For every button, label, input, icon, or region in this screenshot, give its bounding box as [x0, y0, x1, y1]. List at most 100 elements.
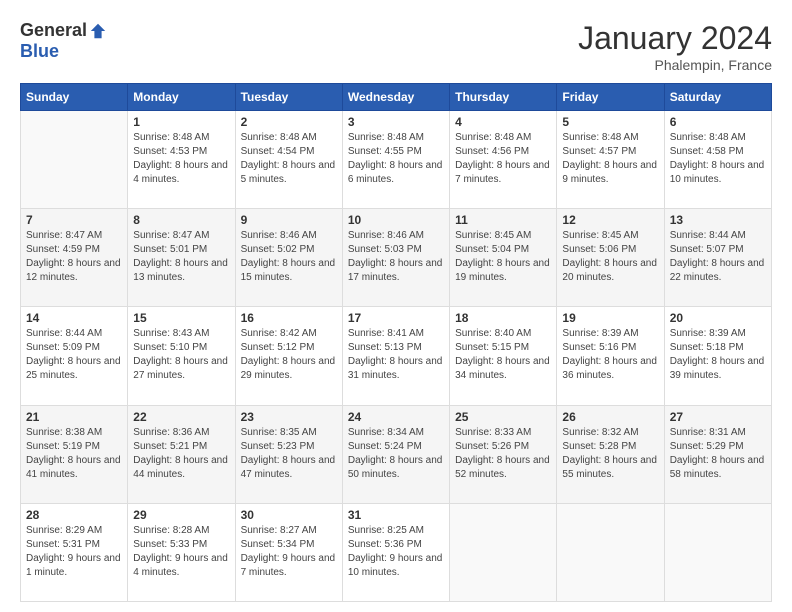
- day-info: Sunrise: 8:40 AMSunset: 5:15 PMDaylight:…: [455, 327, 551, 383]
- day-number: 22: [133, 410, 229, 424]
- day-number: 16: [241, 311, 337, 325]
- week-row-1: 1Sunrise: 8:48 AMSunset: 4:53 PMDaylight…: [21, 111, 772, 209]
- day-info: Sunrise: 8:39 AMSunset: 5:18 PMDaylight:…: [670, 327, 766, 383]
- calendar-cell: 9 Sunrise: 8:46 AMSunset: 5:02 PMDaylight…: [235, 209, 342, 307]
- weekday-header-wednesday: Wednesday: [342, 84, 449, 111]
- day-info: Sunrise: 8:41 AMSunset: 5:13 PMDaylight:…: [348, 327, 444, 383]
- day-number: 21: [26, 410, 122, 424]
- calendar-cell: 29Sunrise: 8:28 AMSunset: 5:33 PMDayligh…: [128, 503, 235, 601]
- calendar-cell: 19Sunrise: 8:39 AMSunset: 5:16 PMDayligh…: [557, 307, 664, 405]
- week-row-2: 7Sunrise: 8:47 AMSunset: 4:59 PMDaylight…: [21, 209, 772, 307]
- title-block: January 2024 Phalempin, France: [578, 20, 772, 73]
- page: General Blue January 2024 Phalempin, Fra…: [0, 0, 792, 612]
- weekday-header-monday: Monday: [128, 84, 235, 111]
- day-number: 14: [26, 311, 122, 325]
- day-info: Sunrise: 8:38 AMSunset: 5:19 PMDaylight:…: [26, 426, 122, 482]
- day-number: 6: [670, 115, 766, 129]
- day-info: Sunrise: 8:45 AMSunset: 5:04 PMDaylight:…: [455, 229, 551, 285]
- day-number: 12: [562, 213, 658, 227]
- calendar-cell: 21 Sunrise: 8:38 AMSunset: 5:19 PMDayligh…: [21, 405, 128, 503]
- day-info: Sunrise: 8:44 AMSunset: 5:09 PMDaylight:…: [26, 327, 122, 383]
- calendar-cell: 8 Sunrise: 8:47 AMSunset: 5:01 PMDaylight…: [128, 209, 235, 307]
- calendar-cell: 16 Sunrise: 8:42 AMSunset: 5:12 PMDayligh…: [235, 307, 342, 405]
- day-number: 20: [670, 311, 766, 325]
- calendar-cell: [21, 111, 128, 209]
- calendar-cell: 24 Sunrise: 8:34 AMSunset: 5:24 PMDayligh…: [342, 405, 449, 503]
- week-row-5: 28Sunrise: 8:29 AMSunset: 5:31 PMDayligh…: [21, 503, 772, 601]
- day-info: Sunrise: 8:48 AMSunset: 4:57 PMDaylight:…: [562, 131, 658, 187]
- day-number: 9: [241, 213, 337, 227]
- location: Phalempin, France: [578, 57, 772, 73]
- day-info: Sunrise: 8:35 AMSunset: 5:23 PMDaylight:…: [241, 426, 337, 482]
- weekday-header-tuesday: Tuesday: [235, 84, 342, 111]
- day-number: 2: [241, 115, 337, 129]
- day-info: Sunrise: 8:48 AMSunset: 4:56 PMDaylight:…: [455, 131, 551, 187]
- day-info: Sunrise: 8:29 AMSunset: 5:31 PMDaylight:…: [26, 524, 122, 580]
- day-info: Sunrise: 8:48 AMSunset: 4:54 PMDaylight:…: [241, 131, 337, 187]
- logo: General Blue: [20, 20, 107, 62]
- day-info: Sunrise: 8:46 AMSunset: 5:03 PMDaylight:…: [348, 229, 444, 285]
- logo-blue-text: Blue: [20, 41, 59, 61]
- weekday-header-thursday: Thursday: [450, 84, 557, 111]
- calendar-cell: 10 Sunrise: 8:46 AMSunset: 5:03 PMDayligh…: [342, 209, 449, 307]
- calendar-cell: 13Sunrise: 8:44 AMSunset: 5:07 PMDayligh…: [664, 209, 771, 307]
- calendar-cell: 3 Sunrise: 8:48 AMSunset: 4:55 PMDaylight…: [342, 111, 449, 209]
- day-info: Sunrise: 8:46 AMSunset: 5:02 PMDaylight:…: [241, 229, 337, 285]
- calendar-cell: 22Sunrise: 8:36 AMSunset: 5:21 PMDayligh…: [128, 405, 235, 503]
- calendar-cell: 31 Sunrise: 8:25 AMSunset: 5:36 PMDayligh…: [342, 503, 449, 601]
- day-number: 5: [562, 115, 658, 129]
- month-title: January 2024: [578, 20, 772, 57]
- day-info: Sunrise: 8:47 AMSunset: 5:01 PMDaylight:…: [133, 229, 229, 285]
- day-number: 13: [670, 213, 766, 227]
- day-number: 1: [133, 115, 229, 129]
- weekday-header-row: SundayMondayTuesdayWednesdayThursdayFrid…: [21, 84, 772, 111]
- calendar-cell: 28Sunrise: 8:29 AMSunset: 5:31 PMDayligh…: [21, 503, 128, 601]
- day-number: 11: [455, 213, 551, 227]
- weekday-header-saturday: Saturday: [664, 84, 771, 111]
- calendar-cell: 30Sunrise: 8:27 AMSunset: 5:34 PMDayligh…: [235, 503, 342, 601]
- day-number: 7: [26, 213, 122, 227]
- calendar-cell: [664, 503, 771, 601]
- calendar-cell: 12 Sunrise: 8:45 AMSunset: 5:06 PMDayligh…: [557, 209, 664, 307]
- day-info: Sunrise: 8:34 AMSunset: 5:24 PMDaylight:…: [348, 426, 444, 482]
- calendar-cell: 26Sunrise: 8:32 AMSunset: 5:28 PMDayligh…: [557, 405, 664, 503]
- week-row-4: 21 Sunrise: 8:38 AMSunset: 5:19 PMDayligh…: [21, 405, 772, 503]
- day-number: 26: [562, 410, 658, 424]
- day-number: 17: [348, 311, 444, 325]
- calendar-table: SundayMondayTuesdayWednesdayThursdayFrid…: [20, 83, 772, 602]
- day-number: 25: [455, 410, 551, 424]
- day-number: 10: [348, 213, 444, 227]
- calendar-cell: 17 Sunrise: 8:41 AMSunset: 5:13 PMDayligh…: [342, 307, 449, 405]
- day-number: 8: [133, 213, 229, 227]
- day-number: 3: [348, 115, 444, 129]
- header: General Blue January 2024 Phalempin, Fra…: [20, 20, 772, 73]
- calendar-cell: 20 Sunrise: 8:39 AMSunset: 5:18 PMDayligh…: [664, 307, 771, 405]
- day-number: 29: [133, 508, 229, 522]
- calendar-cell: 2 Sunrise: 8:48 AMSunset: 4:54 PMDaylight…: [235, 111, 342, 209]
- day-number: 18: [455, 311, 551, 325]
- calendar-cell: 4Sunrise: 8:48 AMSunset: 4:56 PMDaylight…: [450, 111, 557, 209]
- day-info: Sunrise: 8:42 AMSunset: 5:12 PMDaylight:…: [241, 327, 337, 383]
- day-number: 24: [348, 410, 444, 424]
- calendar-cell: 11 Sunrise: 8:45 AMSunset: 5:04 PMDayligh…: [450, 209, 557, 307]
- calendar-cell: 23 Sunrise: 8:35 AMSunset: 5:23 PMDayligh…: [235, 405, 342, 503]
- day-info: Sunrise: 8:25 AMSunset: 5:36 PMDaylight:…: [348, 524, 444, 580]
- day-info: Sunrise: 8:48 AMSunset: 4:58 PMDaylight:…: [670, 131, 766, 187]
- logo-icon: [89, 22, 107, 40]
- day-info: Sunrise: 8:39 AMSunset: 5:16 PMDaylight:…: [562, 327, 658, 383]
- day-number: 27: [670, 410, 766, 424]
- calendar-cell: [450, 503, 557, 601]
- calendar-cell: 5 Sunrise: 8:48 AMSunset: 4:57 PMDaylight…: [557, 111, 664, 209]
- day-number: 31: [348, 508, 444, 522]
- day-number: 15: [133, 311, 229, 325]
- calendar-cell: 15 Sunrise: 8:43 AMSunset: 5:10 PMDayligh…: [128, 307, 235, 405]
- day-info: Sunrise: 8:45 AMSunset: 5:06 PMDaylight:…: [562, 229, 658, 285]
- day-info: Sunrise: 8:31 AMSunset: 5:29 PMDaylight:…: [670, 426, 766, 482]
- calendar-cell: 1Sunrise: 8:48 AMSunset: 4:53 PMDaylight…: [128, 111, 235, 209]
- day-info: Sunrise: 8:43 AMSunset: 5:10 PMDaylight:…: [133, 327, 229, 383]
- day-number: 23: [241, 410, 337, 424]
- logo-general-text: General: [20, 20, 87, 41]
- calendar-cell: 18 Sunrise: 8:40 AMSunset: 5:15 PMDayligh…: [450, 307, 557, 405]
- day-info: Sunrise: 8:48 AMSunset: 4:55 PMDaylight:…: [348, 131, 444, 187]
- day-number: 30: [241, 508, 337, 522]
